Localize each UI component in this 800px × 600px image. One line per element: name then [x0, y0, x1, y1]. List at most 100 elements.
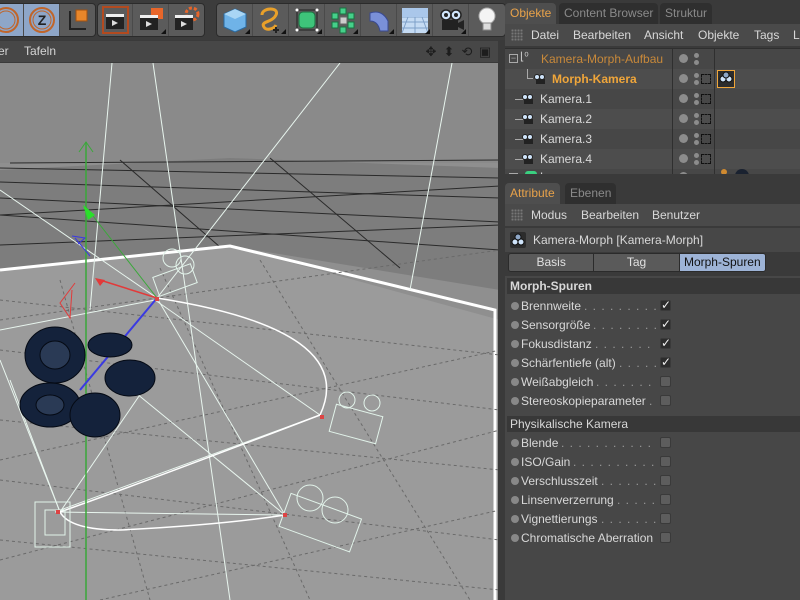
animate-property-dot[interactable]: [511, 302, 519, 310]
tab-content-browser[interactable]: Content Browser: [559, 3, 659, 24]
property-checkbox[interactable]: ✓: [660, 299, 671, 311]
property-checkbox[interactable]: [660, 475, 671, 486]
grip-icon[interactable]: [511, 29, 523, 41]
object-row-kamera-1[interactable]: Kamera.1: [505, 89, 800, 109]
camera-morph-tag-icon[interactable]: [717, 70, 735, 88]
floor-button[interactable]: [397, 4, 433, 36]
tab-objekte[interactable]: Objekte: [505, 3, 557, 24]
material-sphere-tag-icon[interactable]: [735, 169, 749, 174]
property-checkbox[interactable]: ✓: [660, 337, 671, 349]
render-visibility-dot[interactable]: [694, 160, 699, 165]
render-visibility-dot[interactable]: [694, 100, 699, 105]
property-checkbox[interactable]: [660, 456, 671, 467]
visibility-dot[interactable]: [679, 94, 688, 103]
object-row-kamera-4[interactable]: Kamera.4: [505, 149, 800, 169]
property-checkbox[interactable]: [660, 437, 671, 448]
subtab-tag[interactable]: Tag: [594, 254, 680, 271]
menu-more[interactable]: L: [793, 28, 800, 42]
render-visibility-dot[interactable]: [694, 140, 699, 145]
menu-bearbeiten[interactable]: Bearbeiten: [581, 208, 639, 222]
property-checkbox[interactable]: [660, 532, 671, 543]
editor-visibility-dot[interactable]: [694, 113, 699, 118]
menu-benutzer[interactable]: Benutzer: [652, 208, 700, 222]
protection-tag-icon[interactable]: [701, 114, 711, 124]
visibility-dot[interactable]: [679, 114, 688, 123]
animate-property-dot[interactable]: [511, 397, 519, 405]
render-visibility-dot[interactable]: [694, 60, 699, 65]
animate-property-dot[interactable]: [511, 534, 519, 542]
viewport-menu-tafeln[interactable]: Tafeln: [24, 44, 56, 58]
rotate-view-icon[interactable]: ⟲: [460, 44, 474, 60]
editor-visibility-dot[interactable]: [694, 73, 699, 78]
maximize-view-icon[interactable]: ▣: [478, 44, 492, 60]
visibility-dot[interactable]: [679, 54, 688, 63]
coordinate-system-button[interactable]: [60, 4, 95, 36]
visibility-dot[interactable]: [679, 172, 688, 174]
property-checkbox[interactable]: [660, 494, 671, 505]
visibility-dot[interactable]: [679, 74, 688, 83]
deformer-button[interactable]: [361, 4, 397, 36]
tab-attribute[interactable]: Attribute: [505, 183, 560, 204]
property-checkbox[interactable]: [660, 395, 671, 406]
animate-property-dot[interactable]: [511, 458, 519, 466]
cloner-button[interactable]: [325, 4, 361, 36]
editor-visibility-dot[interactable]: [694, 133, 699, 138]
z-axis-lock-button[interactable]: Z: [24, 4, 60, 36]
viewport-menu-item[interactable]: er: [0, 44, 9, 58]
menu-bearbeiten[interactable]: Bearbeiten: [573, 28, 631, 42]
menu-objekte[interactable]: Objekte: [698, 28, 739, 42]
grip-icon[interactable]: [511, 209, 523, 221]
protection-tag-icon[interactable]: [701, 94, 711, 104]
protection-tag-icon[interactable]: [701, 134, 711, 144]
animate-property-dot[interactable]: [511, 515, 519, 523]
editor-visibility-dot[interactable]: [694, 153, 699, 158]
animate-property-dot[interactable]: [511, 340, 519, 348]
property-checkbox[interactable]: [660, 513, 671, 524]
property-checkbox[interactable]: ✓: [660, 356, 671, 368]
protection-tag-icon[interactable]: [701, 74, 711, 84]
animate-property-dot[interactable]: [511, 321, 519, 329]
menu-modus[interactable]: Modus: [531, 208, 567, 222]
render-settings-button[interactable]: [169, 4, 204, 36]
tab-struktur[interactable]: Struktur: [660, 3, 713, 24]
material-tag-icon[interactable]: [721, 169, 727, 174]
object-row-kamera-2[interactable]: Kamera.2: [505, 109, 800, 129]
object-row-morph-kamera[interactable]: Morph-Kamera: [505, 69, 800, 89]
protection-tag-icon[interactable]: [701, 154, 711, 164]
cube-button[interactable]: [217, 4, 253, 36]
zoom-view-icon[interactable]: ⬍: [442, 44, 456, 60]
editor-visibility-dot[interactable]: [694, 53, 699, 58]
object-row-kamera-3[interactable]: Kamera.3: [505, 129, 800, 149]
tab-ebenen[interactable]: Ebenen: [565, 183, 617, 204]
animate-property-dot[interactable]: [511, 496, 519, 504]
property-checkbox[interactable]: [660, 376, 671, 387]
light-button[interactable]: [469, 4, 505, 36]
property-checkbox[interactable]: ✓: [660, 318, 671, 330]
3d-viewport[interactable]: [0, 63, 500, 600]
subdivision-surface-button[interactable]: [289, 4, 325, 36]
y-axis-lock-button[interactable]: [0, 4, 25, 36]
animate-property-dot[interactable]: [511, 378, 519, 386]
render-to-picture-viewer-button[interactable]: [133, 4, 169, 36]
animate-property-dot[interactable]: [511, 477, 519, 485]
visibility-dot[interactable]: [679, 154, 688, 163]
editor-visibility-dot[interactable]: [694, 93, 699, 98]
object-row-logo[interactable]: Logo: [505, 169, 800, 174]
subtab-basis[interactable]: Basis: [509, 254, 595, 271]
render-visibility-dot[interactable]: [694, 80, 699, 85]
object-row-kamera-morph-aufbau[interactable]: − ⌊⁰ Kamera-Morph-Aufbau: [505, 49, 800, 69]
move-view-icon[interactable]: ✥: [424, 44, 438, 60]
animate-property-dot[interactable]: [511, 359, 519, 367]
render-view-button[interactable]: [98, 4, 134, 36]
render-visibility-dot[interactable]: [694, 120, 699, 125]
collapse-toggle[interactable]: −: [509, 54, 518, 63]
camera-button[interactable]: [433, 4, 469, 36]
animate-property-dot[interactable]: [511, 439, 519, 447]
menu-datei[interactable]: Datei: [531, 28, 559, 42]
menu-tags[interactable]: Tags: [754, 28, 779, 42]
menu-ansicht[interactable]: Ansicht: [644, 28, 683, 42]
expand-toggle[interactable]: [509, 173, 518, 174]
visibility-dot[interactable]: [679, 134, 688, 143]
spline-button[interactable]: [253, 4, 289, 36]
subtab-morph-spuren[interactable]: Morph-Spuren: [679, 254, 765, 271]
